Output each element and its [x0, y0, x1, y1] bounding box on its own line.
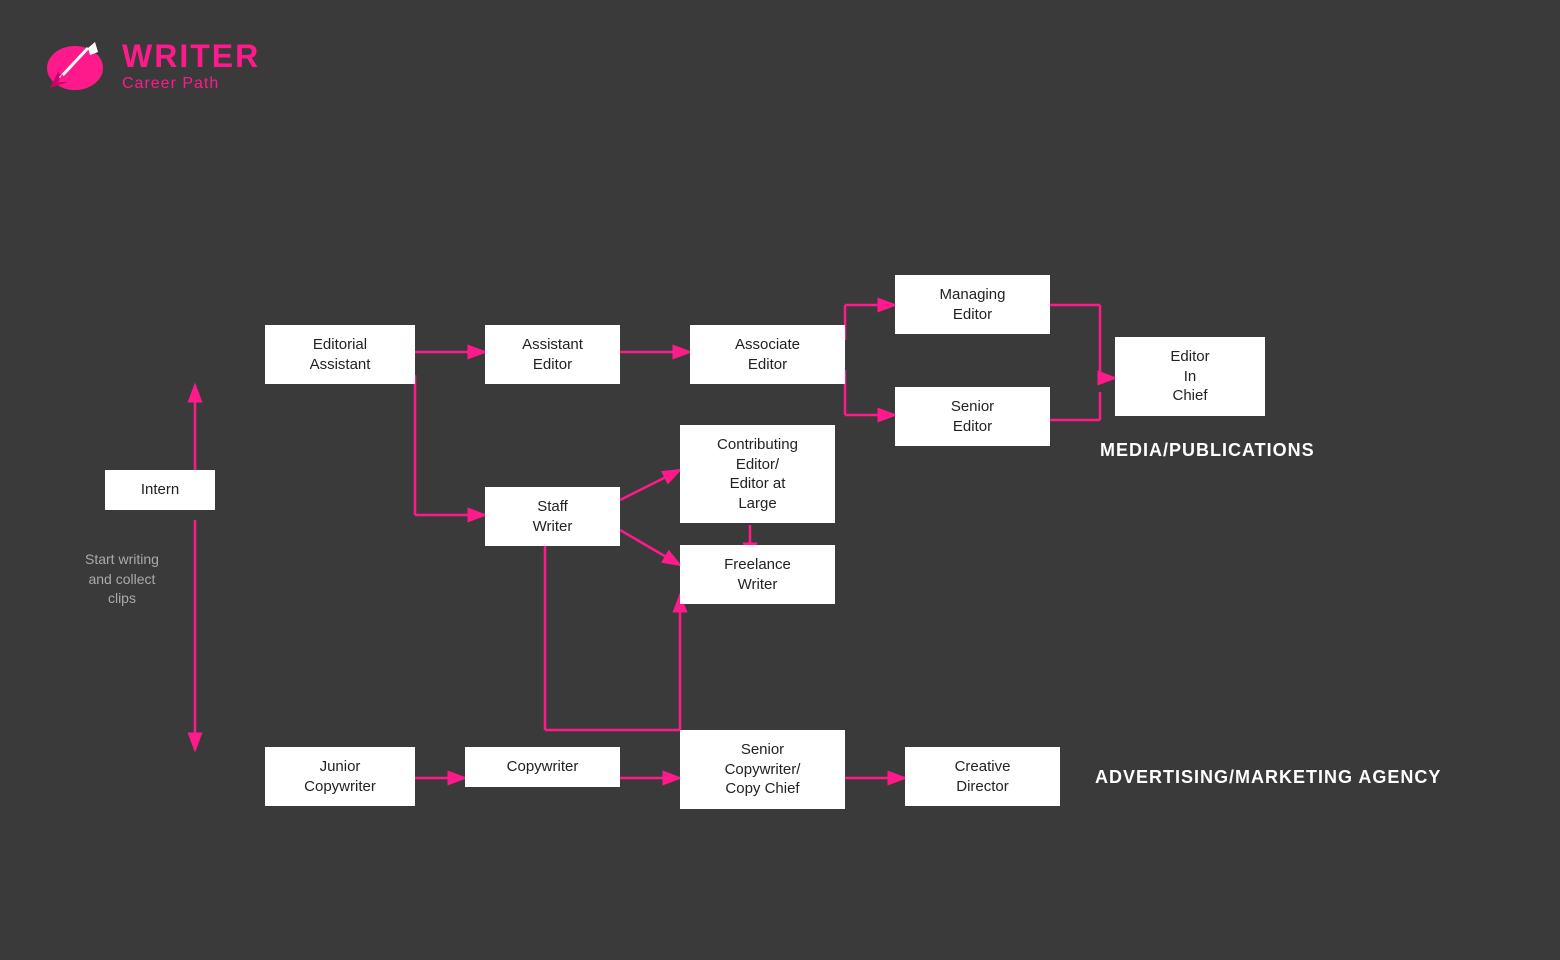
logo-writer-label: WRITER — [122, 38, 260, 75]
associate-editor-box: Associate Editor — [690, 325, 845, 384]
junior-copywriter-box: Junior Copywriter — [265, 747, 415, 806]
logo-text: WRITER Career Path — [122, 38, 260, 93]
staff-writer-box: Staff Writer — [485, 487, 620, 546]
career-diagram: Intern Start writing and collect clips E… — [0, 130, 1560, 960]
creative-director-box: Creative Director — [905, 747, 1060, 806]
contributing-editor-box: Contributing Editor/ Editor at Large — [680, 425, 835, 523]
senior-editor-box: Senior Editor — [895, 387, 1050, 446]
freelance-writer-box: Freelance Writer — [680, 545, 835, 604]
editor-in-chief-box: Editor In Chief — [1115, 337, 1265, 416]
header: WRITER Career Path — [40, 30, 260, 100]
assistant-editor-box: Assistant Editor — [485, 325, 620, 384]
start-note: Start writing and collect clips — [85, 550, 159, 609]
senior-copywriter-box: Senior Copywriter/ Copy Chief — [680, 730, 845, 809]
writer-logo-icon — [40, 30, 110, 100]
managing-editor-box: Managing Editor — [895, 275, 1050, 334]
copywriter-box: Copywriter — [465, 747, 620, 787]
advertising-label: ADVERTISING/MARKETING AGENCY — [1095, 767, 1441, 788]
media-publications-label: MEDIA/PUBLICATIONS — [1100, 440, 1315, 461]
intern-box: Intern — [105, 470, 215, 510]
logo-career-label: Career Path — [122, 75, 260, 93]
editorial-assistant-box: Editorial Assistant — [265, 325, 415, 384]
